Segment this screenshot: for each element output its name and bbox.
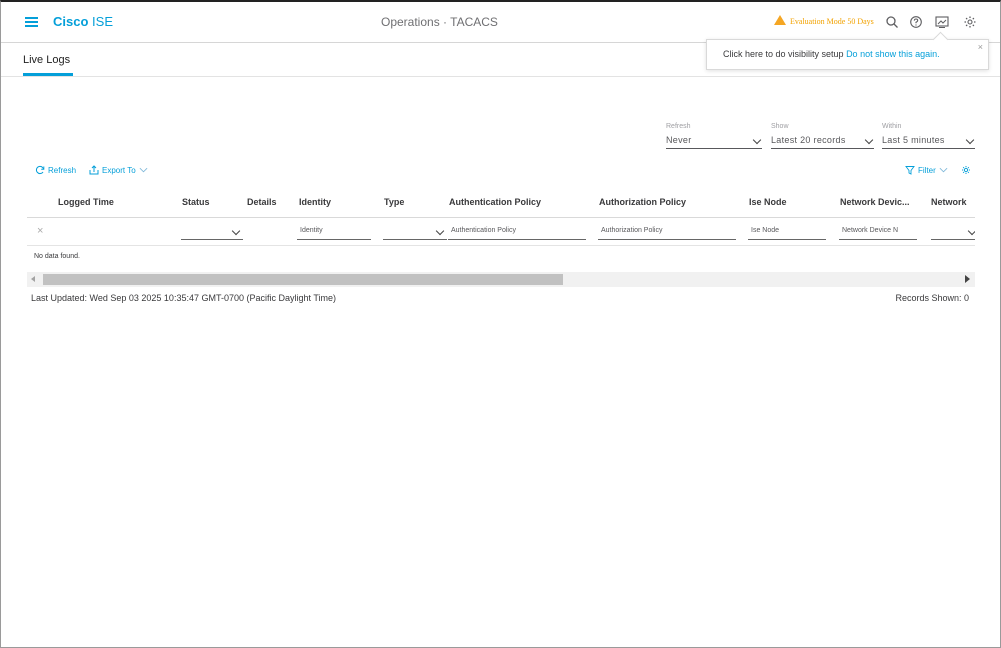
refresh-filter: Refresh Never bbox=[666, 123, 762, 149]
col-status[interactable]: Status bbox=[182, 197, 210, 207]
scrollbar-thumb[interactable] bbox=[43, 274, 563, 285]
col-logged-time[interactable]: Logged Time bbox=[58, 197, 114, 207]
status-filter-select[interactable] bbox=[181, 226, 243, 240]
horizontal-scrollbar[interactable] bbox=[27, 272, 975, 287]
warning-icon bbox=[774, 15, 786, 25]
col-type[interactable]: Type bbox=[384, 197, 404, 207]
identity-filter-input[interactable]: Identity bbox=[297, 226, 371, 240]
refresh-select[interactable]: Never bbox=[666, 135, 762, 149]
col-authentication-policy[interactable]: Authentication Policy bbox=[449, 197, 541, 207]
col-ise-node[interactable]: Ise Node bbox=[749, 197, 787, 207]
within-select[interactable]: Last 5 minutes bbox=[882, 135, 975, 149]
search-icon[interactable] bbox=[885, 15, 899, 29]
authz-policy-filter-input[interactable]: Authorization Policy bbox=[598, 226, 736, 240]
filter-row: × Identity Authentication Policy Authori… bbox=[27, 219, 975, 246]
table-header: Logged Time Status Details Identity Type… bbox=[27, 188, 975, 218]
chevron-down-icon bbox=[939, 167, 948, 173]
last-updated-text: Last Updated: Wed Sep 03 2025 10:35:47 G… bbox=[31, 293, 337, 303]
network-device-filter-input[interactable]: Network Device N bbox=[839, 226, 917, 240]
close-icon[interactable]: × bbox=[978, 42, 983, 52]
filter-button-label: Filter bbox=[918, 165, 936, 175]
help-icon[interactable] bbox=[909, 15, 923, 29]
brand-cisco: Cisco bbox=[53, 14, 89, 29]
gear-icon bbox=[962, 166, 970, 174]
live-logs-table: Logged Time Status Details Identity Type… bbox=[27, 188, 975, 289]
filter-icon bbox=[905, 166, 915, 175]
col-identity[interactable]: Identity bbox=[299, 197, 331, 207]
refresh-button-label: Refresh bbox=[48, 165, 77, 175]
evaluation-text: Evaluation Mode 50 Days bbox=[790, 16, 874, 26]
chevron-down-icon bbox=[139, 167, 148, 173]
dashboard-icon[interactable] bbox=[935, 15, 949, 29]
within-filter: Within Last 5 minutes bbox=[882, 123, 975, 149]
type-filter-select[interactable] bbox=[383, 226, 447, 240]
auth-policy-filter-input[interactable]: Authentication Policy bbox=[448, 226, 586, 240]
refresh-button[interactable]: Refresh bbox=[35, 165, 76, 175]
page-title: Operations · TACACS bbox=[381, 15, 498, 29]
refresh-label: Refresh bbox=[666, 123, 691, 130]
clear-filters-icon[interactable]: × bbox=[37, 225, 43, 237]
export-button-label: Export To bbox=[102, 165, 136, 175]
export-button[interactable]: Export To bbox=[89, 165, 148, 175]
popup-text: Click here to do visibility setup bbox=[723, 49, 847, 59]
menu-icon[interactable] bbox=[25, 17, 38, 27]
records-shown-text: Records Shown: 0 bbox=[895, 293, 969, 303]
refresh-icon bbox=[35, 165, 45, 175]
top-header: Cisco ISE Operations · TACACS Evaluation… bbox=[1, 2, 1000, 43]
show-select[interactable]: Latest 20 records bbox=[771, 135, 874, 149]
filter-button[interactable]: Filter bbox=[905, 165, 948, 175]
gear-icon[interactable] bbox=[963, 15, 977, 29]
network-filter-select[interactable] bbox=[931, 226, 975, 240]
table-settings-button[interactable] bbox=[961, 165, 971, 175]
col-network-device[interactable]: Network Devic... bbox=[840, 197, 910, 207]
scroll-right-icon[interactable] bbox=[965, 275, 970, 283]
within-label: Within bbox=[882, 123, 902, 130]
col-network[interactable]: Network bbox=[931, 197, 967, 207]
empty-message: No data found. bbox=[34, 253, 80, 260]
show-label: Show bbox=[771, 123, 789, 130]
visibility-setup-popup: Click here to do visibility setup Do not… bbox=[706, 39, 989, 70]
ise-node-filter-input[interactable]: Ise Node bbox=[748, 226, 826, 240]
brand-logo[interactable]: Cisco ISE bbox=[53, 14, 113, 29]
show-filter: Show Latest 20 records bbox=[771, 123, 874, 149]
tab-live-logs[interactable]: Live Logs bbox=[23, 54, 74, 76]
export-icon bbox=[89, 165, 99, 175]
popup-message[interactable]: Click here to do visibility setup Do not… bbox=[723, 49, 940, 59]
col-details[interactable]: Details bbox=[247, 197, 277, 207]
dont-show-again-link[interactable]: Do not show this again. bbox=[846, 49, 940, 59]
col-authorization-policy[interactable]: Authorization Policy bbox=[599, 197, 686, 207]
evaluation-badge[interactable]: Evaluation Mode 50 Days bbox=[774, 15, 874, 26]
scroll-left-icon[interactable] bbox=[31, 276, 35, 282]
brand-ise: ISE bbox=[92, 14, 113, 29]
